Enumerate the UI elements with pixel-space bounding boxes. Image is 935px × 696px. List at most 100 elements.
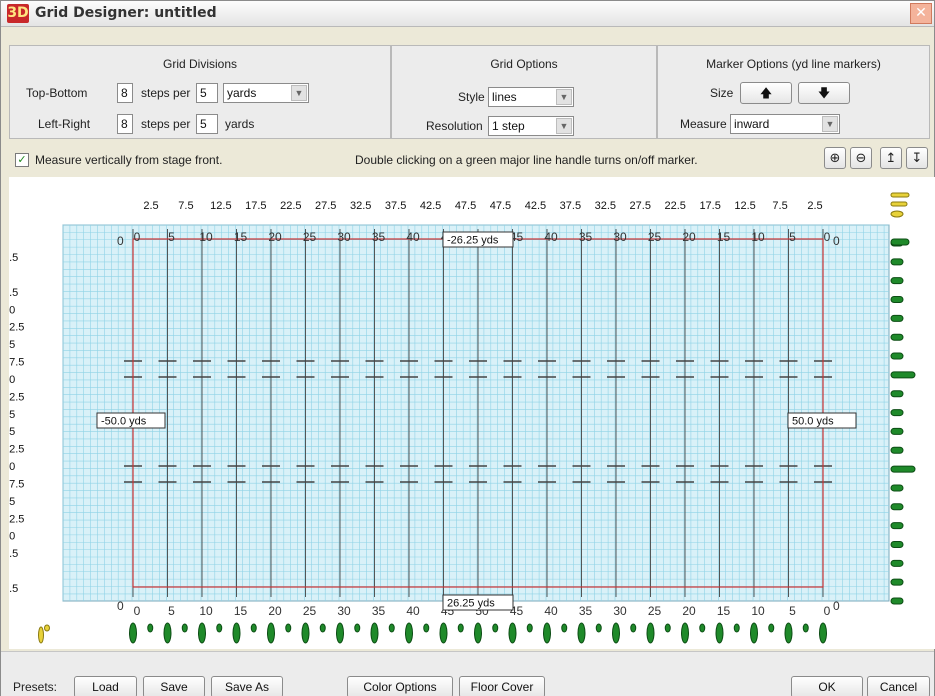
- yard-number-top: 15: [717, 230, 731, 244]
- marker-handle: [890, 578, 904, 586]
- measure-label: Measure: [680, 117, 727, 131]
- marker-handle: [354, 623, 361, 633]
- left-right-steps-field[interactable]: 8: [117, 114, 133, 134]
- top-scale-label: 47.5: [490, 200, 511, 212]
- raise-button[interactable]: ↥: [880, 147, 902, 169]
- top-scale-label: 17.5: [699, 200, 720, 212]
- marker-handle: [890, 277, 904, 285]
- bottom-distance-label: 26.25 yds: [447, 598, 495, 610]
- save-as-button[interactable]: Save As: [211, 676, 283, 696]
- lower-button[interactable]: ↧: [906, 147, 928, 169]
- floor-cover-button[interactable]: Floor Cover: [459, 676, 545, 696]
- size-down-button[interactable]: 🡇: [798, 82, 850, 104]
- yellow-handle: [890, 201, 908, 207]
- chevron-down-icon: ▼: [556, 89, 572, 105]
- grid-canvas-area[interactable]: 2.5 7.5 12.5 17.5 22.5 27.5 32.5 37.5 42.5 47.5 47…: [9, 177, 935, 649]
- resolution-select-value: 1 step: [492, 119, 525, 133]
- marker-handle: [890, 296, 904, 304]
- yellow-handle: [44, 624, 50, 632]
- load-button[interactable]: Load: [74, 676, 137, 696]
- yard-number-top: 25: [648, 230, 662, 244]
- left-scale-label: 10: [9, 304, 15, 316]
- left-right-per-field[interactable]: 5: [196, 114, 218, 134]
- marker-handle: [561, 623, 568, 633]
- marker-handle: [784, 622, 793, 644]
- color-options-button[interactable]: Color Options: [347, 676, 453, 696]
- marker-handle: [890, 465, 916, 473]
- top-scale-label: 27.5: [315, 200, 336, 212]
- marker-handle: [890, 352, 904, 360]
- zoom-in-button[interactable]: ⊕: [824, 147, 846, 169]
- marker-handle: [181, 623, 188, 633]
- marker-handle: [508, 622, 517, 644]
- marker-handle: [750, 622, 758, 644]
- unit-select[interactable]: yards ▼: [223, 83, 309, 103]
- close-button[interactable]: ✕: [910, 3, 932, 24]
- top-scale-label: 17.5: [245, 200, 266, 212]
- top-scale-label: 12.5: [734, 200, 755, 212]
- right-distance-label: 50.0 yds: [792, 416, 834, 428]
- marker-handle: [890, 371, 916, 379]
- title-bar[interactable]: 3D Grid Designer: untitled ✕: [1, 1, 934, 27]
- size-up-button[interactable]: 🡅: [740, 82, 792, 104]
- chevron-down-icon: ▼: [822, 116, 838, 132]
- marker-handle: [147, 623, 154, 633]
- marker-options-title: Marker Options (yd line markers): [706, 57, 881, 71]
- top-scale-label: 2.5: [807, 200, 822, 212]
- marker-handle: [198, 622, 206, 644]
- marker-handle: [768, 623, 775, 633]
- hint-text: Double clicking on a green major line ha…: [355, 153, 698, 167]
- arrow-down-icon: 🡇: [817, 86, 831, 100]
- marker-handle: [595, 623, 602, 633]
- steps-per-label-2: steps per: [141, 117, 191, 131]
- left-scale-label: 15: [9, 339, 15, 351]
- left-distance-label: -50.0 yds: [101, 416, 147, 428]
- resolution-select[interactable]: 1 step ▼: [488, 116, 574, 136]
- marker-handle: [646, 622, 655, 644]
- grid-canvas[interactable]: 2.5 7.5 12.5 17.5 22.5 27.5 32.5 37.5 42.5 47.5 47…: [9, 177, 934, 649]
- marker-handle: [492, 623, 499, 633]
- chevron-down-icon: ▼: [556, 118, 572, 134]
- top-bottom-steps-field[interactable]: 8: [117, 83, 133, 103]
- marker-handle: [699, 623, 706, 633]
- style-label: Style: [458, 90, 485, 104]
- zoom-out-button[interactable]: ⊖: [850, 147, 872, 169]
- left-scale-label: 12.5: [9, 513, 24, 525]
- measure-checkbox[interactable]: ✓: [15, 153, 29, 167]
- top-bottom-per-field[interactable]: 5: [196, 83, 218, 103]
- yard-number-top: 35: [372, 230, 386, 244]
- steps-per-label: steps per: [141, 86, 191, 100]
- top-scale-label: 27.5: [630, 200, 651, 212]
- top-scale-label: 42.5: [420, 200, 441, 212]
- yard-number-bottom: 25: [303, 604, 317, 618]
- style-select[interactable]: lines ▼: [488, 87, 574, 107]
- marker-handle: [474, 622, 482, 644]
- save-button[interactable]: Save: [143, 676, 205, 696]
- top-scale-label: 37.5: [560, 200, 581, 212]
- marker-handle: [664, 623, 671, 633]
- marker-handle: [819, 622, 827, 644]
- top-distance-label: -26.25 yds: [447, 235, 499, 247]
- top-scale-label: 7.5: [772, 200, 787, 212]
- marker-handle: [543, 622, 551, 644]
- yard-number-bottom: 30: [337, 604, 351, 618]
- marker-handle: [890, 446, 904, 454]
- grid-options-panel: Grid Options Style lines ▼ Resolution 1 …: [391, 45, 657, 139]
- left-scale-label: 2.5: [9, 252, 18, 264]
- yellow-handle: [890, 210, 904, 218]
- cancel-button[interactable]: Cancel: [867, 676, 930, 696]
- marker-handle: [336, 622, 344, 644]
- marker-handle: [890, 258, 904, 266]
- top-scale-label: 37.5: [385, 200, 406, 212]
- yard-number-bottom: 20: [268, 604, 282, 618]
- yard-number-top: 35: [579, 230, 593, 244]
- yard-number-bottom: 40: [544, 604, 558, 618]
- arrow-up-icon: 🡅: [759, 86, 773, 100]
- marker-handle: [301, 622, 310, 644]
- ok-button[interactable]: OK: [791, 676, 863, 696]
- app-logo-icon: 3D: [7, 4, 29, 23]
- marker-handle: [457, 623, 464, 633]
- left-scale-label: 20: [9, 461, 15, 473]
- measure-select[interactable]: inward ▼: [730, 114, 840, 134]
- marker-handle: [890, 409, 904, 417]
